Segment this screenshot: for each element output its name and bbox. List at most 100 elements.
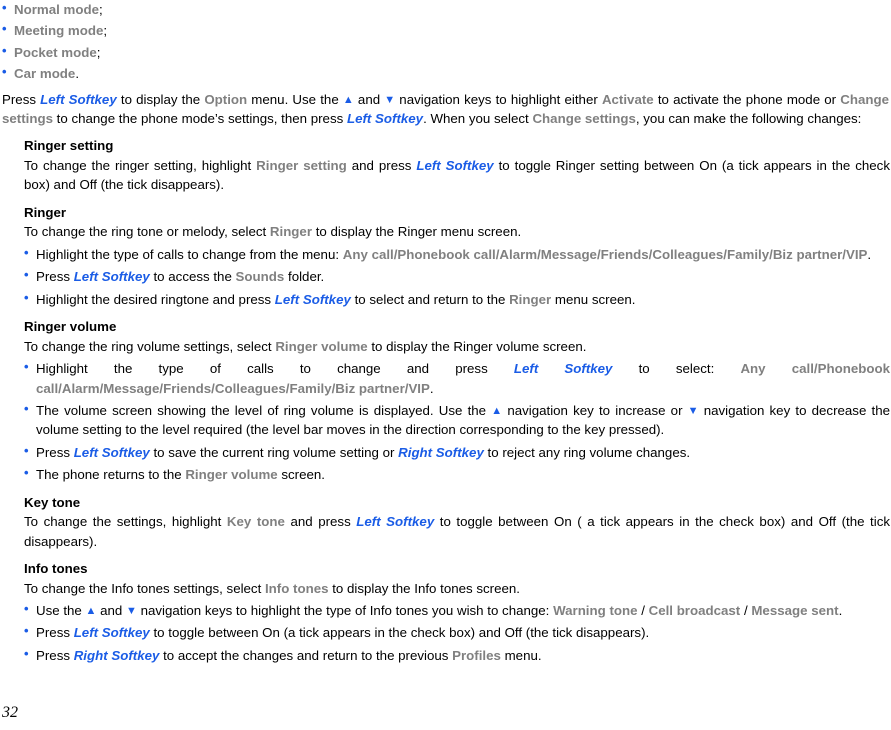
left-softkey-ref: Left Softkey xyxy=(73,269,150,285)
text-run: To change the ring volume settings, sele… xyxy=(24,338,276,354)
mode-punct: ; xyxy=(98,2,103,17)
text-run: To change the ringer setting, highlight xyxy=(24,158,257,174)
text-run: To change the settings, highlight xyxy=(24,514,227,530)
text-run: to select and return to the xyxy=(350,291,510,307)
left-softkey-ref: Left Softkey xyxy=(73,625,150,641)
section-heading: Info tones xyxy=(24,560,88,576)
text-run: Highlight the desired ringtone and press xyxy=(36,291,275,307)
text-run: navigation keys to highlight either xyxy=(395,91,602,107)
text-run: to display the Ringer volume screen. xyxy=(367,338,587,354)
section-ringer-setting: Ringer setting To change the ringer sett… xyxy=(24,137,890,194)
text-run: The phone returns to the xyxy=(36,467,186,483)
text-run: Highlight the type of calls to change fr… xyxy=(36,246,343,262)
text-run: navigation key to increase or xyxy=(502,402,688,418)
arrow-down-icon: ▼ xyxy=(687,404,699,417)
option-menu-ref: Option xyxy=(204,91,248,107)
text-run: Highlight the type of calls to change an… xyxy=(36,361,514,377)
arrow-down-icon: ▼ xyxy=(126,604,137,617)
section-lead: To change the ring tone or melody, selec… xyxy=(24,222,890,241)
text-run: screen. xyxy=(277,467,325,483)
text-run: Press xyxy=(36,269,74,285)
mode-punct: ; xyxy=(96,44,101,60)
text-run: to toggle between On (a tick appears in … xyxy=(149,625,650,641)
text-run: To change the Info tones settings, selec… xyxy=(24,580,265,596)
text-run: The volume screen showing the level of r… xyxy=(36,402,492,418)
text-run: folder. xyxy=(284,269,325,285)
profiles-menu-ref: Profiles xyxy=(452,647,501,663)
list-item: Use the ▲ and ▼ navigation keys to highl… xyxy=(24,600,890,620)
list-item: Meeting mode; xyxy=(2,20,891,40)
mode-punct: . xyxy=(75,66,80,82)
ringer-ref: Ringer xyxy=(269,224,313,240)
text-run: Use the xyxy=(36,602,86,618)
left-softkey-ref: Left Softkey xyxy=(73,444,150,460)
text-run: to display the xyxy=(116,91,205,107)
arrow-up-icon: ▲ xyxy=(491,404,503,417)
message-sent-ref: Message sent xyxy=(751,602,839,618)
text-run: menu screen. xyxy=(551,291,636,307)
section-lead: To change the ring volume settings, sele… xyxy=(24,337,890,356)
text-run: and xyxy=(353,91,385,107)
section-heading: Ringer xyxy=(24,204,67,220)
section-info-tones: Info tones To change the Info tones sett… xyxy=(24,560,890,665)
left-softkey-ref: Left Softkey xyxy=(513,361,613,377)
left-softkey-ref: Left Softkey xyxy=(274,291,351,307)
intro-paragraph: Press Left Softkey to display the Option… xyxy=(2,90,889,129)
ringer-ref: Ringer xyxy=(509,291,552,307)
text-run: Press xyxy=(36,625,74,641)
text-run: Press xyxy=(36,647,74,663)
mode-name: Normal mode xyxy=(14,2,99,17)
ringer-volume-ref: Ringer volume xyxy=(185,467,278,483)
section-lead: To change the Info tones settings, selec… xyxy=(24,579,890,598)
text-run: , you can make the following changes: xyxy=(635,111,862,127)
list-item: Press Left Softkey to save the current r… xyxy=(24,442,890,462)
text-run: to access the xyxy=(149,269,236,285)
text-run: . xyxy=(867,246,872,262)
section-ringer: Ringer To change the ring tone or melody… xyxy=(24,204,890,309)
list-item: Highlight the type of calls to change fr… xyxy=(24,244,890,264)
mode-name: Meeting mode xyxy=(14,23,104,39)
text-run: To change the ring tone or melody, selec… xyxy=(24,224,270,240)
text-run: . xyxy=(838,602,843,618)
info-tones-steps: Use the ▲ and ▼ navigation keys to highl… xyxy=(24,600,890,665)
left-softkey-ref: Left Softkey xyxy=(346,111,424,127)
arrow-up-icon: ▲ xyxy=(342,93,354,106)
left-softkey-ref: Left Softkey xyxy=(416,158,494,174)
warning-tone-ref: Warning tone xyxy=(553,602,638,618)
list-item: The phone returns to the Ringer volume s… xyxy=(24,464,890,484)
text-run: / xyxy=(740,602,752,618)
ringer-steps: Highlight the type of calls to change fr… xyxy=(24,244,890,309)
text-run: navigation keys to highlight the type of… xyxy=(136,602,554,618)
text-run: / xyxy=(637,602,649,618)
call-type-menu-ref: Any call/Phonebook call/Alarm/Message/Fr… xyxy=(342,246,868,262)
section-ringer-volume: Ringer volume To change the ring volume … xyxy=(24,318,890,484)
list-item: Car mode. xyxy=(2,63,891,83)
change-settings-ref: Change settings xyxy=(532,111,636,127)
mode-name: Car mode xyxy=(14,66,76,82)
arrow-up-icon: ▲ xyxy=(85,604,97,617)
list-item: Press Left Softkey to toggle between On … xyxy=(24,622,890,642)
text-run: to change the phone mode’s settings, the… xyxy=(52,111,347,127)
section-key-tone: Key tone To change the settings, highlig… xyxy=(24,494,890,551)
sounds-folder-ref: Sounds xyxy=(235,269,285,285)
text-run: menu. xyxy=(500,647,542,663)
right-softkey-ref: Right Softkey xyxy=(73,647,160,663)
list-item: Press Left Softkey to access the Sounds … xyxy=(24,266,890,286)
text-run: and press xyxy=(346,158,417,174)
mode-name: Pocket mode xyxy=(14,44,97,60)
cell-broadcast-ref: Cell broadcast xyxy=(648,602,741,618)
text-run: menu. Use the xyxy=(247,91,343,107)
page-number: 32 xyxy=(2,703,18,721)
list-item: Pocket mode; xyxy=(2,42,891,62)
text-run: to select: xyxy=(612,361,741,377)
ringer-setting-ref: Ringer setting xyxy=(256,158,347,174)
text-run: . xyxy=(429,380,434,396)
text-run: to display the Ringer menu screen. xyxy=(312,224,522,240)
section-lead: To change the settings, highlight Key to… xyxy=(24,512,890,551)
list-item: Highlight the desired ringtone and press… xyxy=(24,289,890,309)
text-run: . When you select xyxy=(423,111,533,127)
text-run: Press xyxy=(36,444,74,460)
text-run: to reject any ring volume changes. xyxy=(483,444,691,460)
left-softkey-ref: Left Softkey xyxy=(40,91,117,107)
key-tone-ref: Key tone xyxy=(226,514,285,530)
